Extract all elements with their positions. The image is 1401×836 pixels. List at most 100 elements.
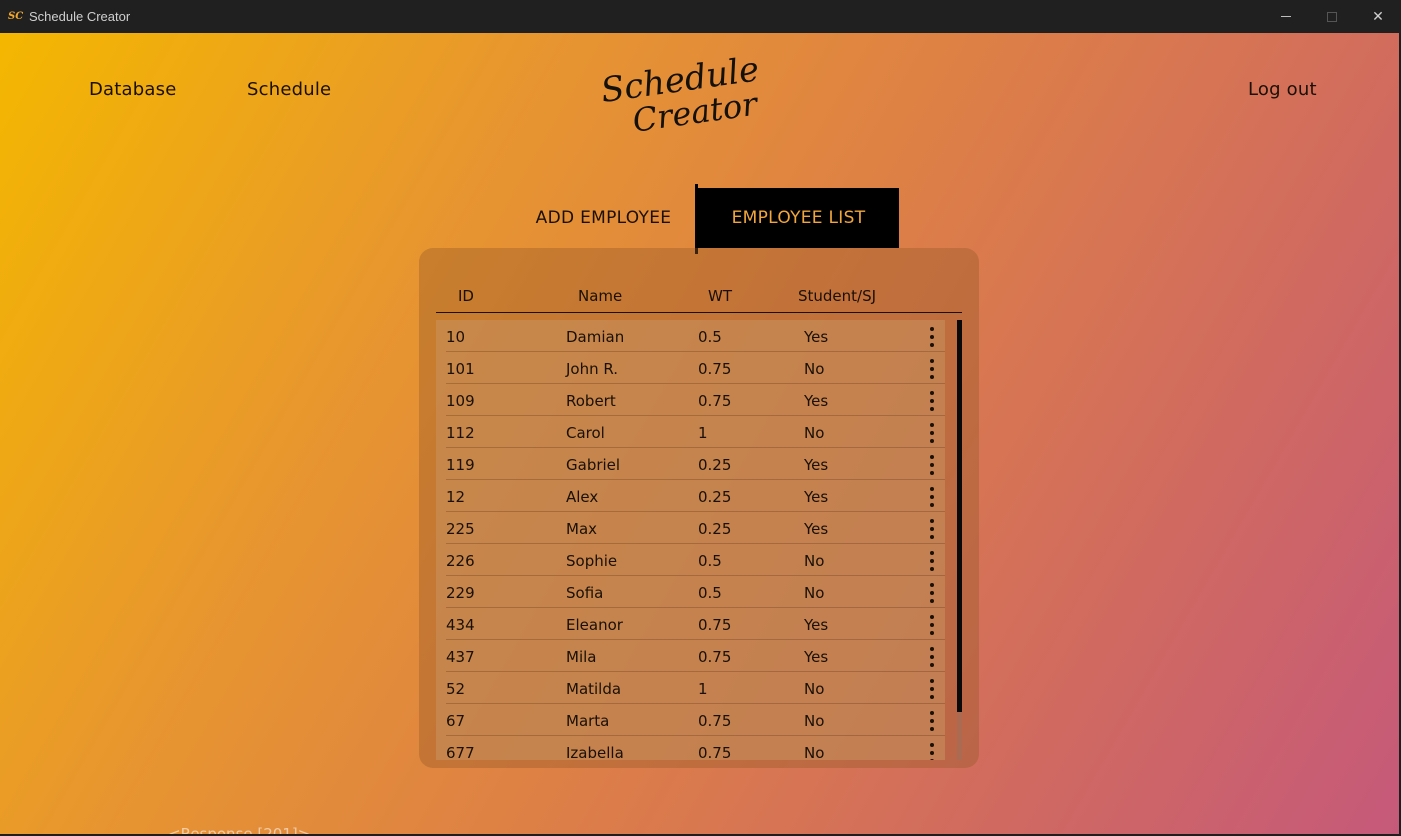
menu-dot xyxy=(930,751,934,755)
cell-id: 10 xyxy=(446,328,466,346)
menu-dot xyxy=(930,647,934,651)
cell-wt: 1 xyxy=(698,424,708,442)
table-row[interactable]: 112 Carol 1 No xyxy=(446,416,945,448)
more-vertical-icon[interactable] xyxy=(929,583,935,603)
cell-name: Robert xyxy=(566,392,616,410)
window-title: Schedule Creator xyxy=(29,9,131,24)
table-row[interactable]: 10 Damian 0.5 Yes xyxy=(446,320,945,352)
menu-dot xyxy=(930,367,934,371)
menu-dot xyxy=(930,591,934,595)
column-header-wt: WT xyxy=(708,287,732,305)
maximize-icon[interactable] xyxy=(1309,0,1355,33)
cell-student: Yes xyxy=(804,328,829,346)
more-vertical-icon[interactable] xyxy=(929,743,935,760)
cell-id: 677 xyxy=(446,744,475,760)
minimize-icon[interactable] xyxy=(1263,0,1309,33)
table-row[interactable]: 119 Gabriel 0.25 Yes xyxy=(446,448,945,480)
more-vertical-icon[interactable] xyxy=(929,615,935,635)
menu-dot xyxy=(930,423,934,427)
menu-dot xyxy=(930,695,934,699)
table-row[interactable]: 229 Sofia 0.5 No xyxy=(446,576,945,608)
cell-wt: 0.75 xyxy=(698,712,732,730)
menu-dot xyxy=(930,327,934,331)
menu-dot xyxy=(930,343,934,347)
table-row[interactable]: 677 Izabella 0.75 No xyxy=(446,736,945,760)
cell-student: Yes xyxy=(804,456,829,474)
menu-dot xyxy=(930,375,934,379)
cell-wt: 0.75 xyxy=(698,616,732,634)
cell-name: Alex xyxy=(566,488,599,506)
cell-student: Yes xyxy=(804,488,829,506)
column-header-id: ID xyxy=(458,287,474,305)
cell-id: 112 xyxy=(446,424,475,442)
table-row[interactable]: 226 Sophie 0.5 No xyxy=(446,544,945,576)
logo: Schedule Creator xyxy=(598,51,761,131)
cell-student: No xyxy=(804,360,825,378)
menu-dot xyxy=(930,519,934,523)
menu-dot xyxy=(930,599,934,603)
more-vertical-icon[interactable] xyxy=(929,551,935,571)
table-row[interactable]: 67 Marta 0.75 No xyxy=(446,704,945,736)
app-icon: SC xyxy=(8,10,24,22)
table-body[interactable]: 10 Damian 0.5 Yes 101 John R. 0.75 No 109 Robert 0… xyxy=(436,320,945,760)
more-vertical-icon[interactable] xyxy=(929,711,935,731)
table-row[interactable]: 12 Alex 0.25 Yes xyxy=(446,480,945,512)
more-vertical-icon[interactable] xyxy=(929,487,935,507)
cell-name: Gabriel xyxy=(566,456,621,474)
table-row[interactable]: 101 John R. 0.75 No xyxy=(446,352,945,384)
nav-schedule[interactable]: Schedule xyxy=(247,79,331,100)
menu-dot xyxy=(930,487,934,491)
nav-database[interactable]: Database xyxy=(89,79,177,100)
table-row[interactable]: 434 Eleanor 0.75 Yes xyxy=(446,608,945,640)
cell-name: Eleanor xyxy=(566,616,623,634)
cell-id: 109 xyxy=(446,392,475,410)
menu-dot xyxy=(930,551,934,555)
scrollbar-thumb[interactable] xyxy=(957,320,962,712)
more-vertical-icon[interactable] xyxy=(929,647,935,667)
menu-dot xyxy=(930,431,934,435)
cell-name: Mila xyxy=(566,648,597,666)
cell-id: 225 xyxy=(446,520,475,538)
nav-logout[interactable]: Log out xyxy=(1248,79,1317,100)
more-vertical-icon[interactable] xyxy=(929,455,935,475)
menu-dot xyxy=(930,719,934,723)
cell-wt: 0.5 xyxy=(698,584,722,602)
menu-dot xyxy=(930,439,934,443)
more-vertical-icon[interactable] xyxy=(929,519,935,539)
menu-dot xyxy=(930,527,934,531)
cell-id: 434 xyxy=(446,616,475,634)
more-vertical-icon[interactable] xyxy=(929,391,935,411)
table-row[interactable]: 225 Max 0.25 Yes xyxy=(446,512,945,544)
more-vertical-icon[interactable] xyxy=(929,327,935,347)
menu-dot xyxy=(930,759,934,760)
menu-dot xyxy=(930,471,934,475)
cell-name: Sofia xyxy=(566,584,604,602)
tab-employee-list[interactable]: EMPLOYEE LIST xyxy=(695,184,899,254)
scrollbar[interactable] xyxy=(957,320,962,760)
cell-wt: 0.5 xyxy=(698,328,722,346)
close-icon[interactable]: ✕ xyxy=(1355,0,1401,33)
menu-dot xyxy=(930,535,934,539)
menu-dot xyxy=(930,663,934,667)
menu-dot xyxy=(930,583,934,587)
response-text-fragment: <Response [201]> xyxy=(168,825,311,834)
menu-dot xyxy=(930,687,934,691)
menu-dot xyxy=(930,399,934,403)
more-vertical-icon[interactable] xyxy=(929,423,935,443)
more-vertical-icon[interactable] xyxy=(929,359,935,379)
menu-dot xyxy=(930,631,934,635)
cell-id: 12 xyxy=(446,488,466,506)
tab-add-employee[interactable]: ADD EMPLOYEE xyxy=(512,188,695,248)
cell-student: No xyxy=(804,584,825,602)
cell-student: Yes xyxy=(804,392,829,410)
table-row[interactable]: 52 Matilda 1 No xyxy=(446,672,945,704)
menu-dot xyxy=(930,655,934,659)
table-row[interactable]: 437 Mila 0.75 Yes xyxy=(446,640,945,672)
column-header-student: Student/SJ xyxy=(798,287,877,305)
cell-student: No xyxy=(804,552,825,570)
table-row[interactable]: 109 Robert 0.75 Yes xyxy=(446,384,945,416)
cell-student: No xyxy=(804,680,825,698)
more-vertical-icon[interactable] xyxy=(929,679,935,699)
cell-id: 101 xyxy=(446,360,475,378)
tab-bar: ADD EMPLOYEE EMPLOYEE LIST xyxy=(512,184,899,254)
